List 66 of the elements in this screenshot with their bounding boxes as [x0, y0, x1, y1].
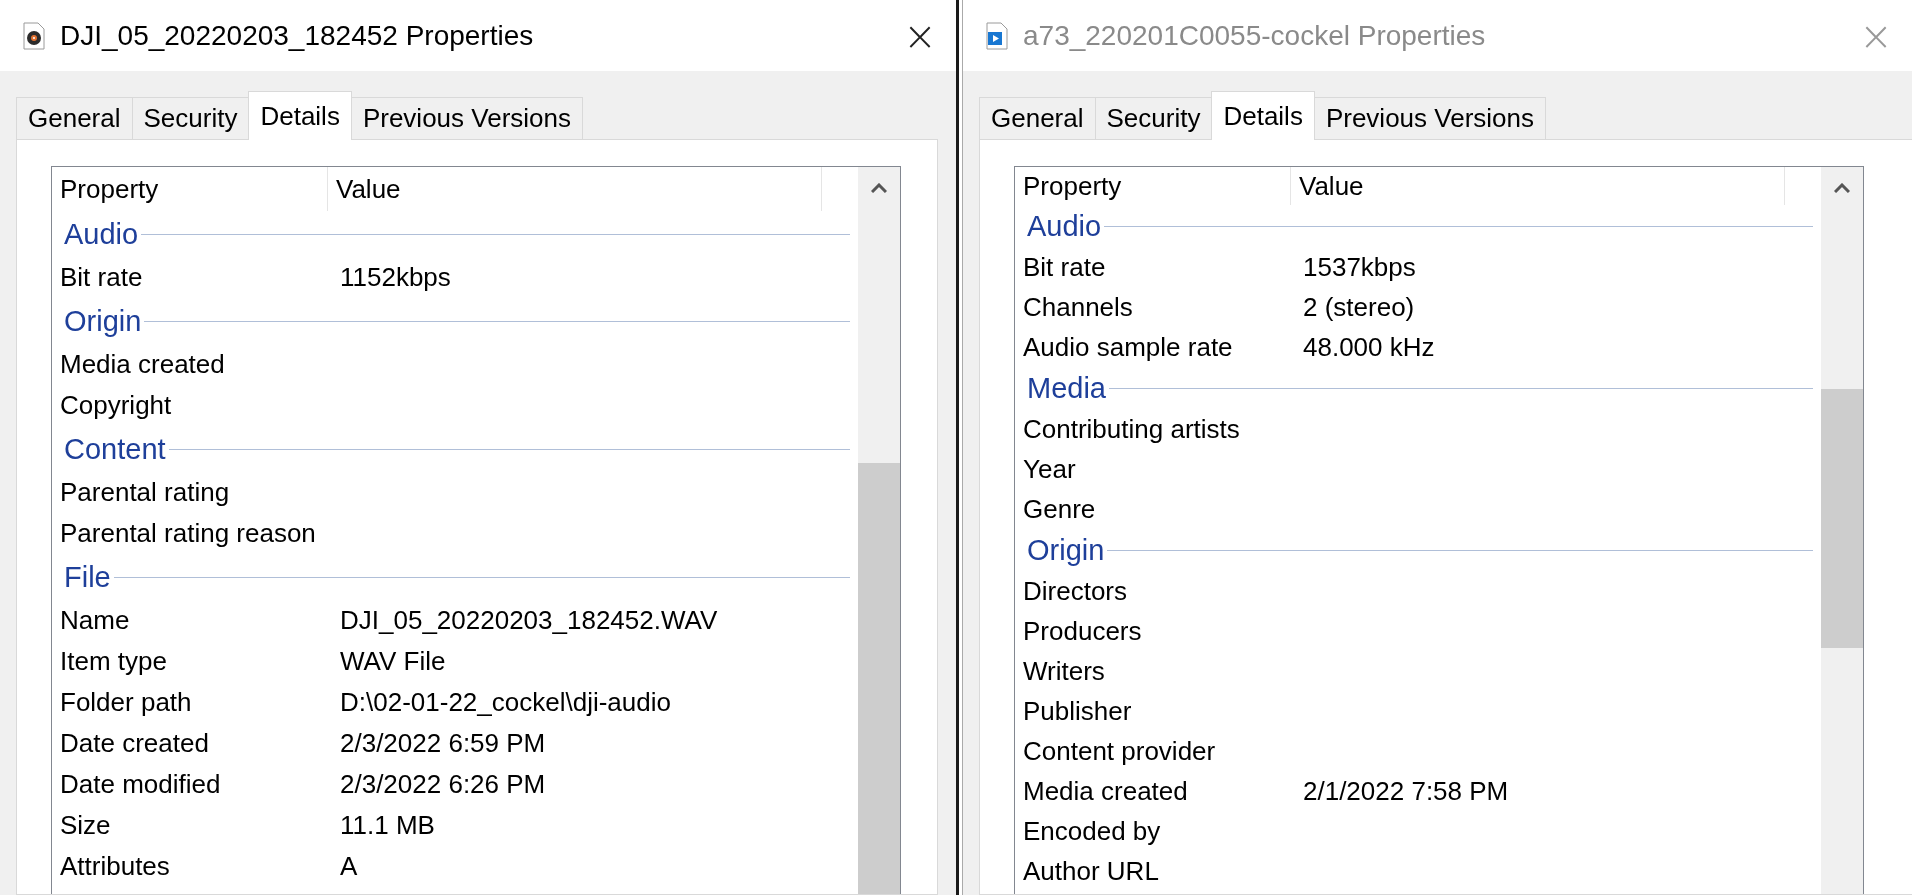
column-header[interactable]: Property [52, 167, 328, 211]
group-heading: File [64, 560, 111, 594]
property-value: 2/1/2022 7:58 PM [1302, 775, 1510, 807]
group-heading: Audio [64, 217, 139, 251]
property-name: Parental rating [59, 477, 231, 508]
scroll-up-icon[interactable] [1834, 183, 1850, 193]
property-name: Folder path [59, 687, 193, 718]
scroll-up-icon[interactable] [871, 183, 887, 193]
property-value: A [339, 851, 359, 882]
property-value: WAV File [339, 646, 447, 677]
scrollbar-thumb[interactable] [858, 463, 900, 894]
property-name: Media created [1022, 775, 1189, 807]
video-file-icon [985, 21, 1009, 50]
property-name: Content provider [1022, 735, 1217, 767]
property-value: 2/3/2022 6:26 PM [339, 769, 547, 800]
property-value: D:\02-01-22_cockel\dji-audio [339, 687, 672, 718]
property-name: Audio sample rate [1022, 331, 1234, 363]
property-name: Year [1022, 453, 1077, 485]
scrollbar-thumb[interactable] [1821, 389, 1863, 648]
property-value: 2/3/2022 6:59 PM [339, 728, 547, 759]
property-name: Bit rate [1022, 251, 1107, 283]
close-button[interactable]: × [884, 5, 956, 66]
column-header[interactable]: Value [1291, 167, 1785, 205]
group-heading: Origin [64, 304, 142, 338]
tab[interactable]: Previous Versions [350, 97, 583, 139]
property-value: 48.000 kHz [1302, 331, 1436, 363]
tab[interactable]: Previous Versions [1313, 97, 1546, 139]
property-value: 2 (stereo) [1302, 291, 1416, 323]
scrollbar[interactable] [1821, 167, 1863, 894]
group-heading: Media [1027, 371, 1106, 405]
group-heading: Origin [1027, 533, 1105, 567]
property-name: Contributing artists [1022, 413, 1241, 445]
audio-file-icon [22, 21, 46, 50]
tab[interactable]: Details [248, 91, 352, 140]
property-name: Channels [1022, 291, 1134, 323]
property-value: DJI_05_20220203_182452.WAV [339, 605, 719, 636]
property-name: Date modified [59, 769, 222, 800]
property-name: Name [59, 605, 131, 636]
property-name: Attributes [59, 851, 171, 882]
property-name: Encoded by [1022, 815, 1162, 847]
window-title: a73_220201C0055-cockel Properties [1023, 19, 1487, 52]
property-name: Media created [59, 349, 226, 380]
property-name: Genre [1022, 493, 1097, 525]
property-name: Parental rating reason [59, 518, 317, 549]
property-value: 1152kbps [339, 262, 452, 293]
scrollbar[interactable] [858, 167, 900, 894]
tab[interactable]: General [979, 97, 1096, 139]
property-value: 11.1 MB [339, 810, 436, 841]
property-name: Size [59, 810, 112, 841]
group-heading: Audio [1027, 209, 1102, 243]
column-header[interactable]: Value [328, 167, 822, 211]
property-value: 1537kbps [1302, 251, 1417, 283]
column-header[interactable]: Property [1015, 167, 1291, 205]
property-name: Copyright [59, 390, 173, 421]
property-name: Item type [59, 646, 168, 677]
property-name: Author URL [1022, 855, 1160, 887]
property-name: Date created [59, 728, 210, 759]
property-name: Producers [1022, 615, 1143, 647]
property-name: Directors [1022, 575, 1128, 607]
property-name: Publisher [1022, 695, 1133, 727]
tab[interactable]: Details [1211, 91, 1315, 140]
property-name: Bit rate [59, 262, 144, 293]
group-heading: Content [64, 432, 166, 466]
tab[interactable]: General [16, 97, 133, 139]
property-name: Writers [1022, 655, 1106, 687]
window-title: DJI_05_20220203_182452 Properties [60, 19, 535, 52]
